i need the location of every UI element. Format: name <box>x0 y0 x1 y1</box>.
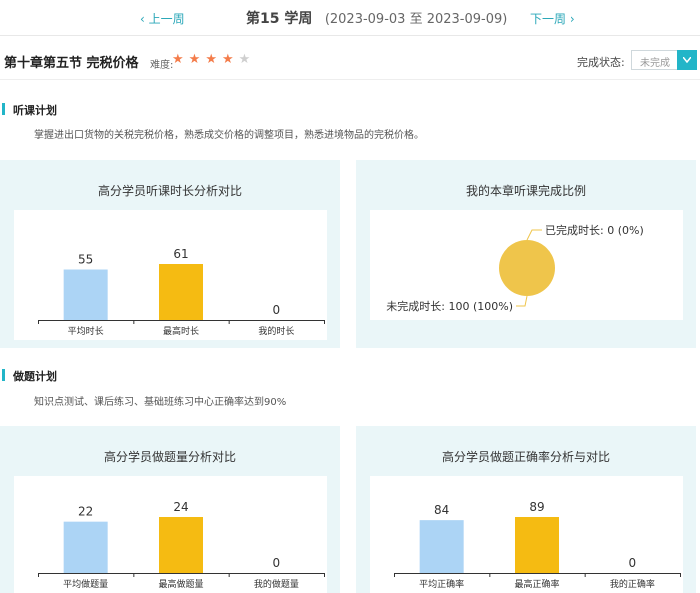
listen-completion-plot: 已完成时长: 0 (0%) 未完成时长: 100 (100%) <box>370 210 683 320</box>
week-label: 第15 学周 <box>246 11 313 27</box>
x-tick-label: 最高时长 <box>163 325 199 337</box>
data-label: 0 <box>629 556 637 570</box>
practice-count-chart: 22 平均做题量 24 最高做题量 0 我的做题量 <box>38 500 325 590</box>
listen-duration-panel: 高分学员听课时长分析对比 55 平均时长 61 最高时长 0 我的时长 <box>0 160 340 348</box>
section-accent-bar <box>2 103 5 115</box>
star-filled-icon: ★ <box>172 52 189 67</box>
pie-label-completed: 已完成时长: 0 (0%) <box>545 223 644 237</box>
chevron-down-icon <box>683 57 691 63</box>
data-label: 84 <box>434 503 449 517</box>
x-tick-label: 平均时长 <box>68 325 104 337</box>
x-tick-label: 我的做题量 <box>254 578 299 590</box>
listen-completion-panel: 我的本章听课完成比例 已完成时长: 0 (0%) 未完成时长: 100 (100%… <box>356 160 696 348</box>
bar <box>419 520 464 573</box>
bar <box>159 517 203 573</box>
pie-slice <box>499 240 555 296</box>
x-tick-label: 我的正确率 <box>610 578 655 590</box>
practice-count-panel: 高分学员做题量分析对比 22 平均做题量 24 最高做题量 0 我的做题量 <box>0 426 340 593</box>
dropdown-button[interactable] <box>677 50 697 70</box>
practice-accuracy-plot: 84 平均正确率 89 最高正确率 0 我的正确率 <box>370 476 683 593</box>
listen-duration-chart-title: 高分学员听课时长分析对比 <box>97 184 242 198</box>
chevron-right-icon: › <box>569 12 575 26</box>
data-label: 22 <box>78 505 93 519</box>
practice-accuracy-chart: 84 平均正确率 89 最高正确率 0 我的正确率 <box>394 500 681 590</box>
bar <box>159 264 203 320</box>
practice-count-chart-title: 高分学员做题量分析对比 <box>103 450 236 464</box>
x-tick-label: 平均正确率 <box>419 578 464 590</box>
pie-label-incomplete: 未完成时长: 100 (100%) <box>386 299 513 313</box>
week-navigation-bar: ‹ 上一周 第15 学周 (2023-09-03 至 2023-09-09) 下… <box>0 0 700 36</box>
listen-duration-chart: 55 平均时长 61 最高时长 0 我的时长 <box>38 247 325 337</box>
data-label: 0 <box>273 556 281 570</box>
x-tick-label: 最高正确率 <box>514 578 559 590</box>
chevron-left-icon: ‹ <box>140 12 145 26</box>
listen-plan-description: 掌握进出口货物的关税完税价格，熟悉成交价格的调整项目，熟悉进境物品的完税价格。 <box>34 130 424 141</box>
star-filled-icon: ★ <box>221 52 239 67</box>
listen-plan-title: 听课计划 <box>13 104 57 117</box>
section-accent-bar <box>2 369 5 381</box>
data-label: 55 <box>78 253 93 267</box>
bar <box>515 517 559 573</box>
practice-count-plot: 22 平均做题量 24 最高做题量 0 我的做题量 <box>14 476 327 593</box>
chapter-header: 第十章第五节 完税价格 难度: ★★★★★ 完成状态: 未完成 <box>0 44 700 80</box>
star-empty-icon: ★ <box>238 52 256 67</box>
data-label: 89 <box>529 500 544 514</box>
previous-week-link[interactable]: ‹ 上一周 <box>140 10 185 27</box>
chapter-title: 第十章第五节 完税价格 <box>4 56 139 71</box>
x-tick-label: 平均做题量 <box>63 578 108 590</box>
previous-week-label: 上一周 <box>148 12 185 26</box>
bar <box>63 521 108 573</box>
completion-status-select[interactable]: 未完成 <box>631 50 697 70</box>
next-week-link[interactable]: 下一周 › <box>530 10 575 27</box>
practice-plan-title: 做题计划 <box>13 370 57 383</box>
practice-plan-description: 知识点测试、课后练习、基础班练习中心正确率达到90% <box>34 397 287 408</box>
practice-accuracy-chart-title: 高分学员做题正确率分析与对比 <box>441 450 610 464</box>
x-tick-label: 我的时长 <box>258 325 294 337</box>
star-filled-icon: ★ <box>205 52 222 67</box>
listen-completion-chart: 已完成时长: 0 (0%) 未完成时长: 100 (100%) <box>386 223 644 313</box>
week-date-range: (2023-09-03 至 2023-09-09) <box>324 12 508 27</box>
next-week-label: 下一周 <box>530 12 567 26</box>
difficulty-rating: ★★★★★ <box>172 52 255 67</box>
listen-completion-chart-title: 我的本章听课完成比例 <box>465 184 586 198</box>
difficulty-label: 难度: <box>150 60 174 71</box>
data-label: 61 <box>173 247 188 261</box>
x-tick-label: 最高做题量 <box>158 578 203 590</box>
completion-status-label: 完成状态: <box>577 56 625 69</box>
data-label: 0 <box>273 303 281 317</box>
week-title: 第15 学周 (2023-09-03 至 2023-09-09) <box>246 8 507 28</box>
star-filled-icon: ★ <box>188 52 206 67</box>
data-label: 24 <box>173 500 188 514</box>
leader-line <box>526 229 542 241</box>
leader-line <box>516 295 528 307</box>
listen-duration-plot: 55 平均时长 61 最高时长 0 我的时长 <box>14 210 327 340</box>
bar <box>63 269 108 320</box>
completion-status-value: 未完成 <box>640 58 670 69</box>
practice-accuracy-panel: 高分学员做题正确率分析与对比 84 平均正确率 89 最高正确率 0 我的正确率 <box>356 426 696 593</box>
